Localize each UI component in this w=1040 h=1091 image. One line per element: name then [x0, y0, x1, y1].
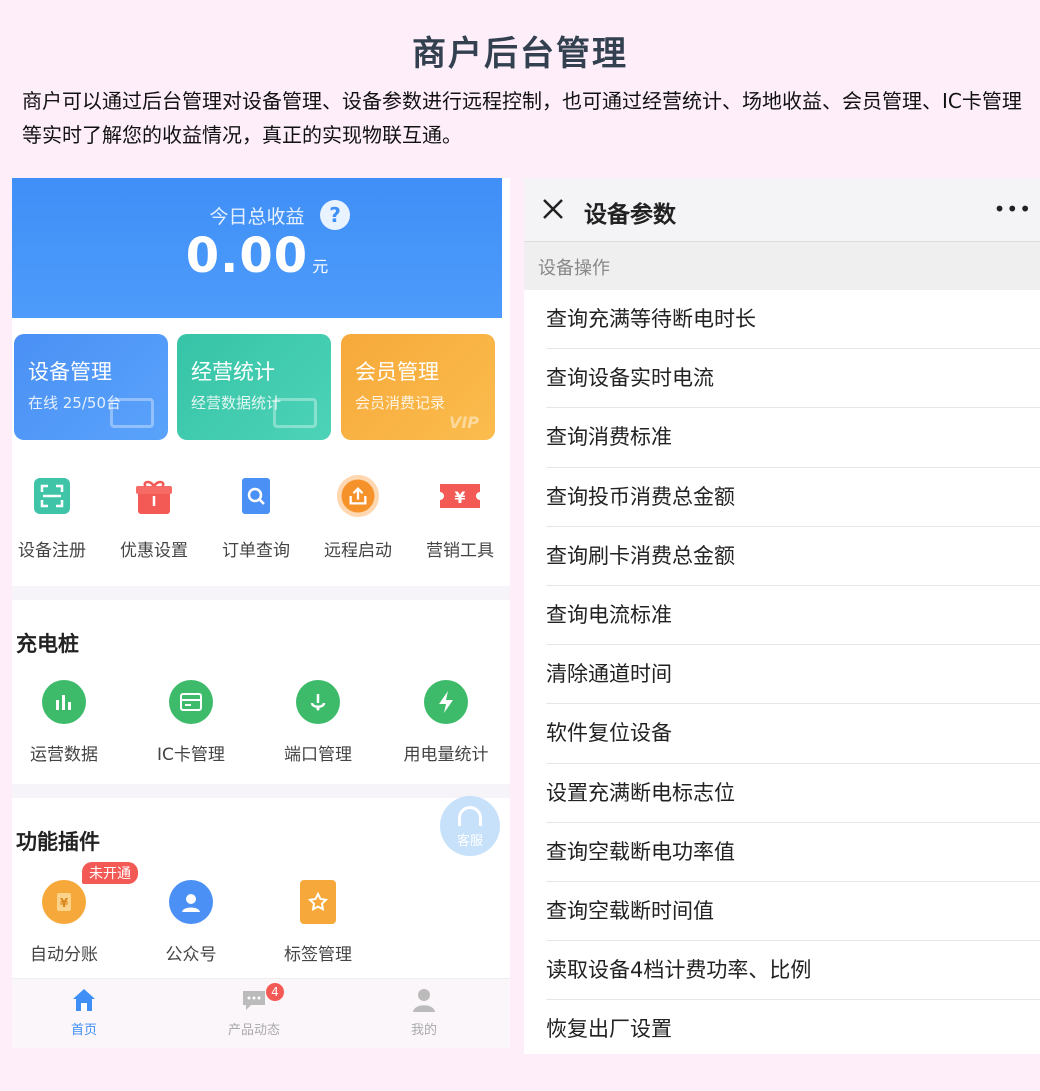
customer-service-label: 客服: [456, 834, 483, 849]
charging-item-ic-card[interactable]: IC卡管理: [131, 680, 251, 765]
section-divider: [12, 586, 510, 600]
monitor-chart-icon: [273, 398, 317, 428]
help-icon[interactable]: ?: [320, 200, 350, 230]
tab-label: 产品动态: [227, 1023, 280, 1038]
quick-action-label: 优惠设置: [120, 541, 188, 561]
lightning-icon: [424, 680, 468, 724]
operation-item[interactable]: 恢复出厂设置: [546, 1000, 1040, 1054]
search-doc-icon: [234, 474, 278, 518]
quick-action-label: 远程启动: [324, 541, 392, 561]
card-title: 经营统计: [191, 360, 275, 384]
charging-item-label: 运营数据: [30, 745, 98, 765]
tab-label: 我的: [410, 1023, 437, 1038]
tab-home[interactable]: 首页: [24, 987, 144, 1038]
customer-service-button[interactable]: 客服: [440, 796, 500, 856]
home-icon: [71, 987, 97, 1013]
tab-label: 首页: [70, 1023, 97, 1038]
quick-action-device-register[interactable]: 设备注册: [12, 474, 102, 561]
plugin-item-label: 自动分账: [30, 945, 98, 965]
quick-action-discount[interactable]: 优惠设置: [104, 474, 204, 561]
card-icon: [169, 680, 213, 724]
operation-item[interactable]: 软件复位设备: [546, 704, 1040, 764]
notification-badge: 4: [266, 983, 284, 1001]
tag-icon: [300, 880, 336, 924]
card-subtitle: 经营数据统计: [191, 394, 282, 412]
operation-item[interactable]: 查询充满等待断电时长: [546, 290, 1040, 350]
operation-item[interactable]: 查询空载断电功率值: [546, 823, 1040, 882]
plugin-item-label: 标签管理: [284, 945, 352, 965]
tab-mine[interactable]: 我的: [364, 987, 484, 1038]
card-subtitle: 在线 25/50台: [28, 394, 121, 412]
vip-crown-icon: VIP: [448, 413, 479, 432]
device-management-card[interactable]: 设备管理 在线 25/50台: [14, 334, 168, 440]
card-subtitle: 会员消费记录: [355, 394, 446, 412]
quick-action-marketing[interactable]: ¥ 营销工具: [410, 474, 510, 561]
page-title: 商户后台管理: [412, 34, 628, 74]
plugin-item-label: 公众号: [165, 945, 217, 965]
operation-list: 查询充满等待断电时长 查询设备实时电流 查询消费标准 查询投币消费总金额 查询刷卡消费总…: [524, 290, 1040, 1054]
svg-text:¥: ¥: [454, 488, 465, 507]
charging-item-port[interactable]: 端口管理: [258, 680, 378, 765]
quick-action-label: 营销工具: [426, 541, 494, 561]
coin-icon: ¥: [42, 880, 86, 924]
operation-item[interactable]: 设置充满断电标志位: [546, 764, 1040, 823]
quick-action-remote-start[interactable]: 远程启动: [308, 474, 408, 561]
card-title: 设备管理: [28, 360, 112, 384]
operation-item[interactable]: 查询消费标准: [546, 408, 1040, 468]
quick-action-label: 订单查询: [222, 541, 290, 561]
revenue-amount: 0.00 元: [12, 228, 502, 284]
charging-item-label: 端口管理: [284, 745, 352, 765]
operation-item[interactable]: 查询空载断时间值: [546, 882, 1040, 942]
person-icon: [411, 987, 437, 1013]
svg-text:¥: ¥: [60, 896, 69, 910]
merchant-home-screen: 今日总收益 ? 0.00 元 设备管理 在线 25/50台 经营统计 经营数据统计…: [12, 178, 510, 1048]
operation-item[interactable]: 读取设备4档计费功率、比例: [546, 941, 1040, 1001]
section-label: 设备操作: [524, 242, 1040, 290]
operation-item[interactable]: 查询投币消费总金额: [546, 468, 1040, 527]
plugin-item-auto-split[interactable]: ¥ 自动分账: [12, 880, 124, 965]
close-icon[interactable]: [540, 196, 566, 222]
bar-chart-icon: [42, 680, 86, 724]
card-title: 会员管理: [355, 360, 439, 384]
scan-icon: [30, 474, 74, 518]
quick-action-order-search[interactable]: 订单查询: [206, 474, 306, 561]
quick-action-label: 设备注册: [18, 541, 86, 561]
charging-section-title: 充电桩: [16, 632, 79, 656]
tab-product-news[interactable]: 4 产品动态: [194, 983, 314, 1038]
revenue-banner: 今日总收益 ? 0.00 元: [12, 178, 502, 318]
section-divider: [12, 784, 510, 798]
revenue-value: 0.00: [185, 228, 309, 284]
more-icon[interactable]: •••: [994, 199, 1032, 219]
charging-item-label: 用电量统计: [403, 745, 489, 765]
screen-title: 设备参数: [584, 202, 676, 228]
device-icon: [110, 398, 154, 428]
chat-icon: [241, 987, 267, 1013]
upload-icon: [336, 474, 380, 518]
screen-header: 设备参数 •••: [524, 178, 1040, 242]
plugin-item-tag[interactable]: 标签管理: [258, 880, 378, 965]
business-stats-card[interactable]: 经营统计 经营数据统计: [177, 334, 331, 440]
revenue-label: 今日总收益: [209, 206, 305, 228]
bottom-tab-bar: 首页 4 产品动态 我的: [12, 978, 510, 1048]
operation-item[interactable]: 查询电流标准: [546, 586, 1040, 646]
member-management-card[interactable]: 会员管理 会员消费记录 VIP: [341, 334, 495, 440]
ticket-icon: ¥: [438, 474, 482, 518]
page-description: 商户可以通过后台管理对设备管理、设备参数进行远程控制，也可通过经营统计、场地收益…: [22, 89, 1022, 147]
operation-item[interactable]: 清除通道时间: [546, 645, 1040, 705]
headset-icon: [458, 806, 482, 826]
revenue-unit: 元: [312, 257, 329, 276]
gift-icon: [132, 474, 176, 518]
plugin-item-official-account[interactable]: 公众号: [131, 880, 251, 965]
charging-item-label: IC卡管理: [157, 745, 225, 765]
operation-item[interactable]: 查询设备实时电流: [546, 349, 1040, 409]
device-params-screen: 设备参数 ••• 设备操作 查询充满等待断电时长 查询设备实时电流 查询消费标准 查询…: [524, 178, 1040, 1054]
charging-item-power-usage[interactable]: 用电量统计: [386, 680, 506, 765]
operation-item[interactable]: 查询刷卡消费总金额: [546, 527, 1040, 586]
user-icon: [169, 880, 213, 924]
port-icon: [296, 680, 340, 724]
plugins-section-title: 功能插件: [16, 830, 100, 854]
charging-item-operation-data[interactable]: 运营数据: [12, 680, 124, 765]
